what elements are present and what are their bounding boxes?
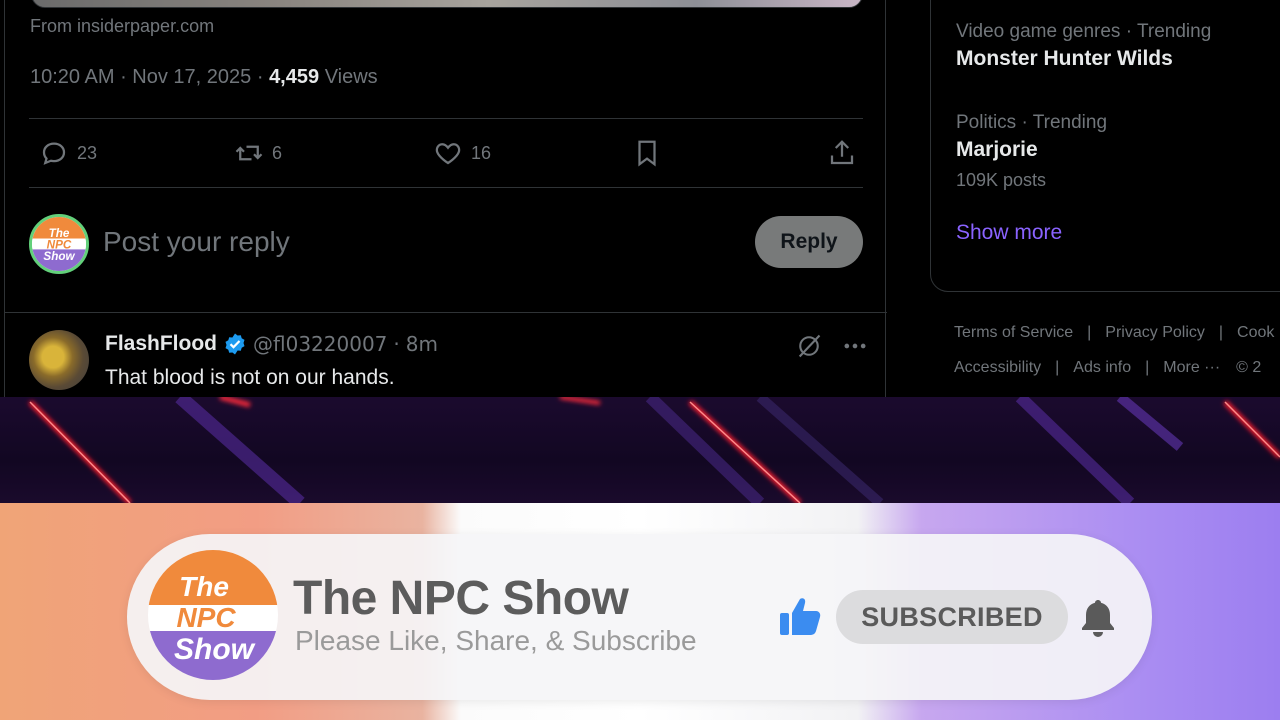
share-action[interactable] [827,138,857,168]
like-count: 16 [471,142,492,163]
repost-icon [235,145,263,161]
post-time[interactable]: 10:20 AM [30,66,115,88]
footer-link-privacy[interactable]: Privacy Policy [1105,324,1205,342]
user-avatar[interactable]: The NPC Show [29,214,89,274]
reply-composer: The NPC Show Post your reply Reply [29,214,865,274]
footer-link-ads-info[interactable]: Ads info [1073,359,1131,377]
more-options-icon[interactable] [841,332,869,360]
post-detail-column: From insiderpaper.com 10:20 AM · Nov 17,… [4,0,887,397]
thumbs-up-icon[interactable] [776,593,824,641]
neon-stripes [28,397,1280,503]
trend-item[interactable]: Video game genres · Trending Monster Hun… [956,21,1211,71]
channel-tagline: Please Like, Share, & Subscribe [295,625,697,656]
repost-action[interactable]: 6 [234,138,282,168]
dot-separator: · [393,332,400,356]
grok-icon[interactable] [795,332,823,360]
reply-count: 23 [77,142,98,163]
divider [5,312,887,313]
bookmark-action[interactable] [632,138,662,168]
footer-link-more[interactable]: More ··· [1163,359,1220,377]
footer-row: Terms of Service | Privacy Policy | Cook [954,324,1274,342]
show-more-link[interactable]: Show more [956,221,1062,245]
trend-category: Video game genres · Trending [956,21,1212,42]
divider [29,187,863,188]
post-media[interactable] [31,0,863,8]
svg-text:NPC: NPC [176,602,236,633]
trend-category: Politics · Trending [956,112,1108,133]
trend-item[interactable]: Politics · Trending Marjorie 109K posts [956,112,1107,191]
footer-link-accessibility[interactable]: Accessibility [954,359,1041,377]
subscribed-button[interactable]: SUBSCRIBED [836,590,1068,644]
trend-post-count: 109K posts [956,170,1047,190]
separator: | [1145,359,1150,376]
channel-name: The NPC Show [293,572,629,625]
post-header: FlashFlood @fl03220007 · 8m [105,332,438,356]
post-time[interactable]: 8m [406,332,438,356]
verified-badge-icon [225,333,245,355]
post-meta: 10:20 AM · Nov 17, 2025 · 4,459 Views [30,66,378,88]
reply-button[interactable]: Reply [755,216,863,268]
post-date[interactable]: Nov 17, 2025 [132,66,251,88]
views-label: Views [324,66,378,88]
footer-copyright: © 2 [1236,359,1262,376]
views-count: 4,459 [269,66,320,88]
npc-logo-icon: The NPC Show [32,217,86,271]
post-author-name[interactable]: FlashFlood [105,332,217,356]
separator: | [1055,359,1060,376]
neon-background [0,397,1280,503]
channel-logo[interactable]: The NPC Show [148,550,278,680]
separator: | [1218,324,1224,341]
separator: | [1087,324,1092,341]
subscribe-overlay: The NPC Show The NPC Show Please Like, S… [0,503,1280,720]
bookmark-icon [638,140,656,167]
link-source[interactable]: From insiderpaper.com [30,16,214,37]
reply-post[interactable]: FlashFlood @fl03220007 · 8m That blood i… [29,330,869,397]
svg-text:Show: Show [43,250,75,263]
like-action[interactable]: 16 [433,138,491,168]
x-screen: From insiderpaper.com 10:20 AM · Nov 17,… [0,0,1280,397]
repost-count: 6 [272,142,283,163]
notification-bell-icon[interactable] [1077,596,1119,638]
reply-input[interactable]: Post your reply [103,226,290,258]
post-actions: 23 6 16 [29,120,863,188]
post-text: That blood is not on our hands. [105,366,395,389]
footer-row: Accessibility | Ads info | More ··· © 2 [954,359,1261,377]
reply-action[interactable]: 23 [39,138,97,168]
share-icon [830,140,854,165]
post-avatar[interactable] [29,330,89,390]
svg-text:The: The [179,571,229,602]
svg-text:Show: Show [174,633,256,666]
reply-icon [42,142,66,165]
divider [29,118,863,119]
footer-link-terms[interactable]: Terms of Service [954,324,1073,342]
post-handle[interactable]: @fl03220007 [253,332,387,356]
trends-panel: Video game genres · Trending Monster Hun… [930,0,1280,292]
post-tools [795,332,869,360]
footer-link-cookies[interactable]: Cook [1237,324,1274,342]
npc-logo-icon: The NPC Show [148,550,278,680]
heart-icon [435,143,461,165]
trend-name: Marjorie [956,138,1038,161]
right-sidebar: Video game genres · Trending Monster Hun… [930,0,1280,397]
trend-name: Monster Hunter Wilds [956,47,1173,70]
